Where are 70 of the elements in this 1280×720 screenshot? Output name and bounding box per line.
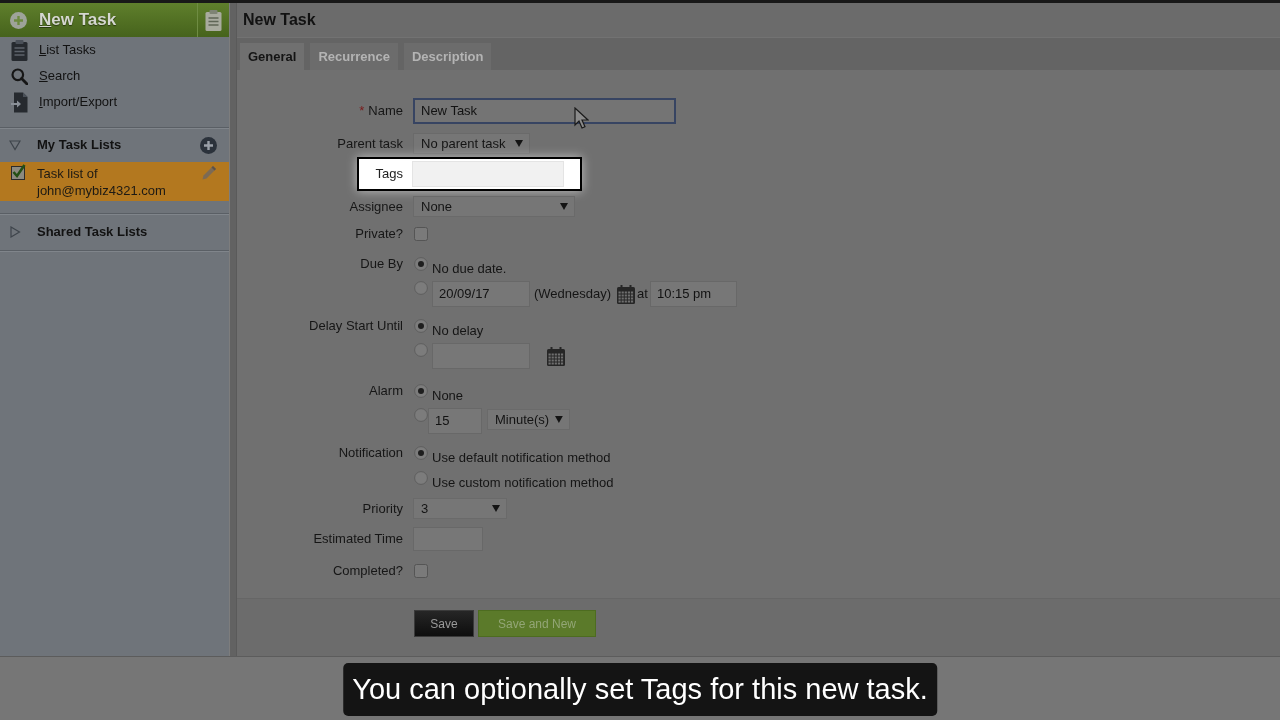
task-list-item[interactable]: Task list of john@mybiz4321.com — [0, 162, 229, 201]
dropdown[interactable]: None — [413, 196, 575, 217]
dropdown[interactable]: 3 — [413, 498, 507, 519]
collapsed-triangle-icon[interactable] — [9, 226, 21, 238]
tab[interactable]: Recurrence — [310, 43, 398, 70]
new-task-bar[interactable]: New Task — [0, 3, 229, 37]
caret-icon — [492, 505, 500, 512]
radio-button[interactable] — [414, 471, 428, 485]
text-field[interactable]: 10:15 pm — [649, 281, 737, 307]
tab[interactable]: General — [240, 43, 305, 70]
option-label: No due date. — [432, 261, 507, 277]
radio-button[interactable] — [414, 281, 428, 295]
required-mark: * — [359, 103, 365, 119]
checkbox[interactable] — [414, 564, 428, 578]
text-field[interactable]: New Task — [413, 98, 676, 124]
radio-button[interactable] — [414, 408, 428, 422]
page-title: New Task — [243, 10, 316, 30]
field-label: Estimated Time — [313, 531, 403, 547]
plus-circle-icon[interactable] — [200, 136, 217, 154]
field-label: Notification — [338, 445, 403, 461]
field-label: Alarm — [369, 383, 403, 399]
checkbox[interactable] — [414, 227, 428, 241]
option-label: Use default notification method — [432, 450, 611, 466]
caret-icon — [555, 416, 563, 423]
new-task-label[interactable]: New Task — [39, 7, 117, 33]
radio-button[interactable] — [414, 257, 428, 271]
at-text: at — [637, 286, 648, 302]
search-icon — [11, 67, 28, 85]
radio-button[interactable] — [414, 319, 428, 333]
field-label: Completed? — [332, 563, 403, 579]
option-label: No delay — [432, 323, 484, 339]
section-title[interactable]: My Task Lists — [37, 135, 122, 155]
field-label: Delay Start Until — [309, 318, 403, 334]
text-field[interactable]: 20/09/17 — [432, 281, 530, 307]
clipboard-icon[interactable] — [205, 9, 222, 31]
dropdown[interactable]: No parent task — [413, 133, 530, 154]
text-field[interactable]: 15 — [428, 408, 482, 434]
weekday-text: (Wednesday) — [534, 286, 612, 302]
pencil-icon[interactable] — [201, 165, 217, 181]
caret-icon — [515, 140, 523, 147]
sidebar-splitter[interactable] — [229, 3, 237, 656]
calendar-icon[interactable] — [547, 347, 565, 366]
caret-icon — [560, 203, 568, 210]
section-title[interactable]: Shared Task Lists — [37, 222, 148, 242]
field-label: Name — [368, 103, 403, 119]
clipboard-icon — [11, 39, 28, 61]
document-arrow-icon — [11, 91, 28, 113]
sidebar-link[interactable]: Search — [39, 66, 81, 86]
sidebar-link[interactable]: List Tasks — [39, 40, 96, 60]
field-label: Private? — [355, 226, 403, 242]
task-list-name[interactable]: Task list of john@mybiz4321.com — [37, 165, 187, 199]
subtitle-caption: You can optionally set Tags for this new task. — [343, 663, 937, 716]
option-label: None — [432, 388, 464, 404]
dropdown[interactable]: Minute(s) — [487, 409, 570, 430]
checked-checkbox-icon[interactable] — [11, 164, 26, 180]
plus-circle-icon[interactable] — [10, 11, 27, 29]
option-label: Use custom notification method — [432, 475, 614, 491]
sidebar-link[interactable]: Import/Export — [39, 92, 118, 112]
radio-button[interactable] — [414, 446, 428, 460]
radio-button[interactable] — [414, 343, 428, 357]
field-label: Assignee — [349, 198, 403, 215]
field-label: Due By — [360, 256, 403, 272]
mouse-pointer-icon — [574, 107, 589, 129]
radio-button[interactable] — [414, 384, 428, 398]
field-label: Priority — [362, 500, 403, 517]
expanded-triangle-icon[interactable] — [9, 139, 21, 151]
field-label: Parent task — [337, 135, 403, 152]
calendar-icon[interactable] — [617, 285, 636, 304]
tab[interactable]: Description — [403, 43, 492, 70]
save-button[interactable]: Save — [414, 610, 474, 637]
